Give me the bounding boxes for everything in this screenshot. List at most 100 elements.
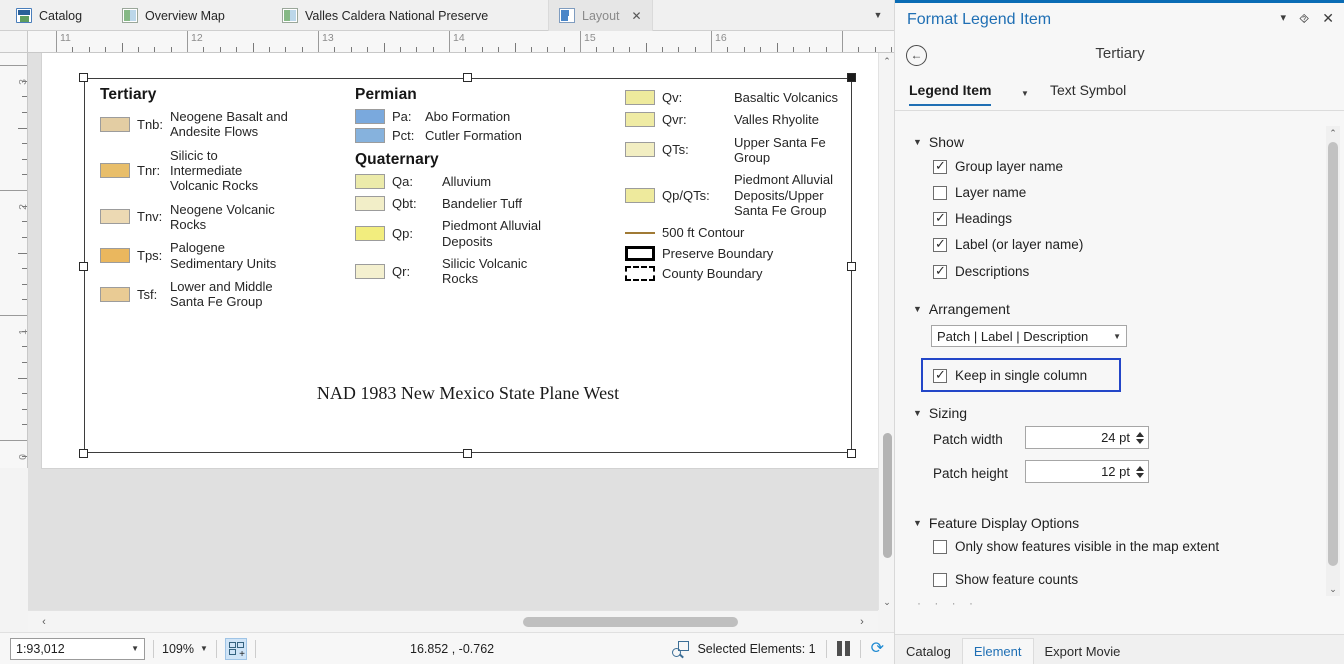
map-scale-input[interactable]: 1:93,012 ▼: [10, 638, 145, 660]
panel-scrollbar[interactable]: ⌃ ⌄: [1326, 126, 1340, 596]
ruler-minor-tick: [695, 47, 696, 52]
legend-entry-qv[interactable]: Qv: Basaltic Volcanics: [625, 90, 855, 105]
legend-entry-tnb[interactable]: Tnb: Neogene Basalt and Andesite Flows: [100, 109, 330, 140]
legend-entry-qr[interactable]: Qr: Silicic Volcanic Rocks: [355, 256, 605, 287]
checkbox-icon[interactable]: [933, 369, 947, 383]
handle-bottom-left[interactable]: [79, 449, 88, 458]
legend-entry-county-boundary[interactable]: County Boundary: [625, 266, 855, 281]
checkbox-icon[interactable]: [933, 160, 947, 174]
chevron-down-icon[interactable]: ▼: [913, 304, 922, 314]
panel-menu-icon[interactable]: ▾: [1280, 13, 1286, 24]
close-icon[interactable]: ✕: [632, 9, 642, 23]
legend-entry-tsf[interactable]: Tsf: Lower and Middle Santa Fe Group: [100, 279, 330, 310]
insert-grid-icon[interactable]: +: [225, 638, 247, 660]
vertical-ruler[interactable]: 3210: [0, 53, 28, 468]
legend-entry-qp[interactable]: Qp: Piedmont Alluvial Deposits: [355, 218, 605, 249]
checkbox-group-layer-name[interactable]: Group layer name: [933, 159, 1063, 174]
legend-entry-qbt[interactable]: Qbt: Bandelier Tuff: [355, 196, 605, 211]
checkbox-label: Label (or layer name): [955, 237, 1083, 252]
tab-overview-map[interactable]: Overview Map: [112, 0, 235, 31]
canvas-vertical-scrollbar[interactable]: ⌃ ⌄: [878, 53, 894, 610]
patch-width-stepper[interactable]: 24 pt: [1025, 426, 1149, 449]
legend-entry-pa[interactable]: Pa: Abo Formation: [355, 109, 605, 124]
tab-text-symbol[interactable]: Text Symbol: [1050, 82, 1126, 104]
layout-canvas[interactable]: Tertiary Tnb: Neogene Basalt and Andesit…: [28, 53, 878, 610]
tab-catalog[interactable]: Catalog: [6, 0, 92, 31]
legend-entry-tnv[interactable]: Tnv: Neogene Volcanic Rocks: [100, 202, 330, 233]
patch-height-stepper[interactable]: 12 pt: [1025, 460, 1149, 483]
scroll-down-icon[interactable]: ⌄: [1326, 582, 1340, 596]
format-legend-item-panel: Format Legend Item ▾ ⯑ ✕ ← Tertiary Lege…: [894, 0, 1344, 664]
legend-entry-contour[interactable]: 500 ft Contour: [625, 225, 855, 240]
scroll-thumb[interactable]: [883, 433, 892, 558]
legend-entry-qp-qts[interactable]: Qp/QTs: Piedmont Alluvial Deposits/Upper…: [625, 172, 855, 218]
section-arrangement[interactable]: ▼ Arrangement: [913, 301, 1010, 317]
scroll-thumb[interactable]: [1328, 142, 1338, 566]
ruler-minor-tick: [18, 253, 27, 254]
legend-entry-pct[interactable]: Pct: Cutler Formation: [355, 128, 605, 143]
handle-top-center[interactable]: [463, 73, 472, 82]
scroll-thumb[interactable]: [523, 617, 738, 627]
tab-legend-item[interactable]: Legend Item: [909, 82, 991, 106]
checkbox-descriptions[interactable]: Descriptions: [933, 264, 1029, 279]
stepper-arrows-icon[interactable]: [1136, 432, 1144, 444]
checkbox-icon[interactable]: [933, 573, 947, 587]
pin-icon[interactable]: ⯑: [1299, 13, 1309, 24]
checkbox-icon[interactable]: [933, 238, 947, 252]
scroll-up-icon[interactable]: ⌃: [879, 53, 895, 69]
scroll-down-icon[interactable]: ⌄: [879, 594, 895, 610]
scroll-up-icon[interactable]: ⌃: [1326, 126, 1340, 140]
checkbox-icon[interactable]: [933, 212, 947, 226]
bottom-tab-element[interactable]: Element: [962, 638, 1034, 664]
chevron-down-icon[interactable]: ▼: [1021, 89, 1029, 98]
checkbox-headings[interactable]: Headings: [933, 211, 1012, 226]
checkbox-layer-name[interactable]: Layer name: [933, 185, 1026, 200]
section-feature-display-options[interactable]: ▼ Feature Display Options: [913, 515, 1079, 531]
chevron-down-icon[interactable]: ▼: [1113, 332, 1121, 341]
checkbox-icon[interactable]: [933, 265, 947, 279]
chevron-down-icon[interactable]: ▼: [913, 408, 922, 418]
tab-valles-caldera-national-preserve[interactable]: Valles Caldera National Preserve: [272, 0, 498, 31]
legend-entry-tnr[interactable]: Tnr: Silicic to Intermediate Volcanic Ro…: [100, 148, 330, 194]
chevron-down-icon[interactable]: ▼: [913, 518, 922, 528]
checkbox-icon[interactable]: [933, 186, 947, 200]
legend-entry-qvr[interactable]: Qvr: Valles Rhyolite: [625, 112, 855, 127]
canvas-horizontal-scrollbar[interactable]: ‹ ›: [28, 610, 878, 632]
section-sizing[interactable]: ▼ Sizing: [913, 405, 967, 421]
checkbox-show-feature-counts[interactable]: Show feature counts: [933, 572, 1078, 587]
bottom-tab-export-movie[interactable]: Export Movie: [1034, 638, 1132, 664]
checkbox-keep-in-single-column[interactable]: Keep in single column: [933, 368, 1087, 383]
scroll-left-icon[interactable]: ‹: [34, 611, 54, 633]
legend-element[interactable]: Tertiary Tnb: Neogene Basalt and Andesit…: [84, 78, 852, 453]
checkbox-label-or-layer-name[interactable]: Label (or layer name): [933, 237, 1083, 252]
refresh-icon[interactable]: ⟳: [871, 641, 884, 657]
arrangement-combo[interactable]: Patch | Label | Description ▼: [931, 325, 1127, 347]
bottom-tab-catalog[interactable]: Catalog: [895, 638, 962, 664]
handle-top-left[interactable]: [79, 73, 88, 82]
ruler-minor-tick: [22, 159, 27, 160]
legend-entry-preserve-boundary[interactable]: Preserve Boundary: [625, 246, 855, 261]
handle-middle-left[interactable]: [79, 262, 88, 271]
scroll-right-icon[interactable]: ›: [852, 611, 872, 633]
zoom-level-control[interactable]: 109% ▼: [162, 642, 208, 656]
legend-entry-tps[interactable]: Tps: Palogene Sedimentary Units: [100, 240, 330, 271]
section-show[interactable]: ▼ Show: [913, 134, 964, 150]
tab-layout[interactable]: Layout ✕: [548, 0, 653, 31]
chevron-down-icon[interactable]: ▼: [913, 137, 922, 147]
ruler-minor-tick: [253, 43, 254, 52]
checkbox-only-show-features-visible[interactable]: Only show features visible in the map ex…: [933, 539, 1219, 554]
legend-entry-qa[interactable]: Qa: Alluvium: [355, 174, 605, 189]
horizontal-ruler[interactable]: 111213141516: [28, 31, 894, 53]
legend-entry-qts[interactable]: QTs: Upper Santa Fe Group: [625, 135, 855, 166]
pause-icon[interactable]: [837, 641, 850, 656]
handle-bottom-center[interactable]: [463, 449, 472, 458]
chevron-down-icon[interactable]: ▼: [131, 644, 139, 653]
checkbox-icon[interactable]: [933, 540, 947, 554]
ruler-major-tick: [842, 31, 843, 52]
handle-bottom-right[interactable]: [847, 449, 856, 458]
handle-top-right[interactable]: [847, 73, 856, 82]
chevron-down-icon[interactable]: ▼: [200, 644, 208, 653]
chevron-down-icon[interactable]: ▼: [872, 9, 884, 21]
stepper-arrows-icon[interactable]: [1136, 466, 1144, 478]
close-icon[interactable]: ✕: [1322, 13, 1334, 24]
